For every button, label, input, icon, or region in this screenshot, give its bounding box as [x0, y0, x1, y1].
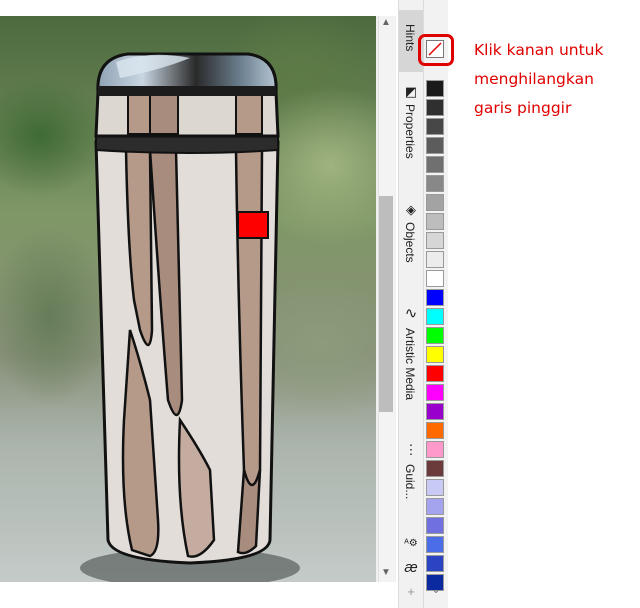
- palette-swatch[interactable]: [426, 517, 444, 534]
- tab-artistic-media-label: Artistic Media: [403, 328, 417, 401]
- palette-swatch[interactable]: [426, 251, 444, 268]
- docker-tab-strip: Hints ◩ Properties ◈ Objects ∿ Artistic …: [398, 0, 424, 608]
- tab-objects[interactable]: ◈ Objects: [399, 200, 423, 280]
- thermos-red-label: [237, 211, 269, 239]
- annotation-text: Klik kanan untuk menghilangkan garis pin…: [474, 36, 638, 123]
- thermos-neck-stripe: [127, 93, 151, 135]
- annotation-line: Klik kanan untuk: [474, 41, 604, 59]
- text-style-tab[interactable]: ᴬ⚙: [399, 534, 423, 558]
- palette-swatch[interactable]: [426, 555, 444, 572]
- palette-swatch[interactable]: [426, 175, 444, 192]
- glyphs-tab[interactable]: æ: [399, 558, 423, 582]
- layers-icon: ◈: [406, 202, 416, 217]
- tab-properties-label: Properties: [403, 104, 417, 159]
- canvas-bottom-strip: [0, 582, 400, 608]
- vertical-scrollbar-thumb[interactable]: [379, 196, 393, 412]
- artistic-media-icon: ∿: [404, 305, 418, 322]
- drawing-canvas[interactable]: [0, 16, 376, 582]
- palette-swatch[interactable]: [426, 365, 444, 382]
- properties-icon: ◩: [404, 84, 418, 99]
- palette-swatch[interactable]: [426, 422, 444, 439]
- tab-hints-label: Hints: [403, 24, 417, 52]
- palette-swatch[interactable]: [426, 479, 444, 496]
- scroll-down-arrow-icon[interactable]: ▼: [378, 566, 394, 580]
- palette-swatch[interactable]: [426, 137, 444, 154]
- annotation-line: garis pinggir: [474, 99, 572, 117]
- palette-swatch[interactable]: [426, 289, 444, 306]
- glyph-ae-icon: æ: [404, 559, 418, 576]
- palette-swatch[interactable]: [426, 460, 444, 477]
- annotation-highlight-box: [418, 34, 454, 66]
- palette-swatch[interactable]: [426, 346, 444, 363]
- palette-swatch[interactable]: [426, 270, 444, 287]
- add-docker-button[interactable]: +: [399, 584, 423, 604]
- palette-swatch[interactable]: [426, 308, 444, 325]
- palette-swatch[interactable]: [426, 99, 444, 116]
- palette-scroll-down-icon[interactable]: ⌄: [426, 583, 446, 597]
- palette-swatch[interactable]: [426, 80, 444, 97]
- palette-swatch[interactable]: [426, 118, 444, 135]
- palette-swatch[interactable]: [426, 498, 444, 515]
- tab-properties[interactable]: ◩ Properties: [399, 82, 423, 174]
- palette-swatch[interactable]: [426, 213, 444, 230]
- thermos-neck-stripe: [149, 93, 179, 135]
- guidelines-icon: ⋮: [404, 442, 418, 457]
- color-palette: [424, 0, 448, 608]
- thermos-illustration[interactable]: [0, 16, 376, 582]
- tab-objects-label: Objects: [403, 222, 417, 263]
- palette-swatch[interactable]: [426, 441, 444, 458]
- thermos-cap-band: [98, 86, 276, 96]
- palette-swatch[interactable]: [426, 232, 444, 249]
- plus-icon: +: [407, 584, 415, 599]
- text-style-icon: ᴬ⚙: [404, 538, 418, 549]
- tab-guidelines[interactable]: ⋮ Guid...: [399, 440, 423, 510]
- thermos-neck-stripe: [235, 93, 263, 135]
- tab-guidelines-label: Guid...: [403, 464, 417, 500]
- tab-artistic-media[interactable]: ∿ Artistic Media: [399, 304, 423, 416]
- palette-swatch[interactable]: [426, 384, 444, 401]
- palette-swatch[interactable]: [426, 327, 444, 344]
- canvas-top-strip: [0, 0, 400, 16]
- palette-swatch[interactable]: [426, 536, 444, 553]
- scroll-up-arrow-icon[interactable]: ▲: [378, 16, 394, 30]
- palette-swatch[interactable]: [426, 403, 444, 420]
- palette-swatch[interactable]: [426, 156, 444, 173]
- palette-swatch[interactable]: [426, 194, 444, 211]
- annotation-line: menghilangkan: [474, 70, 594, 88]
